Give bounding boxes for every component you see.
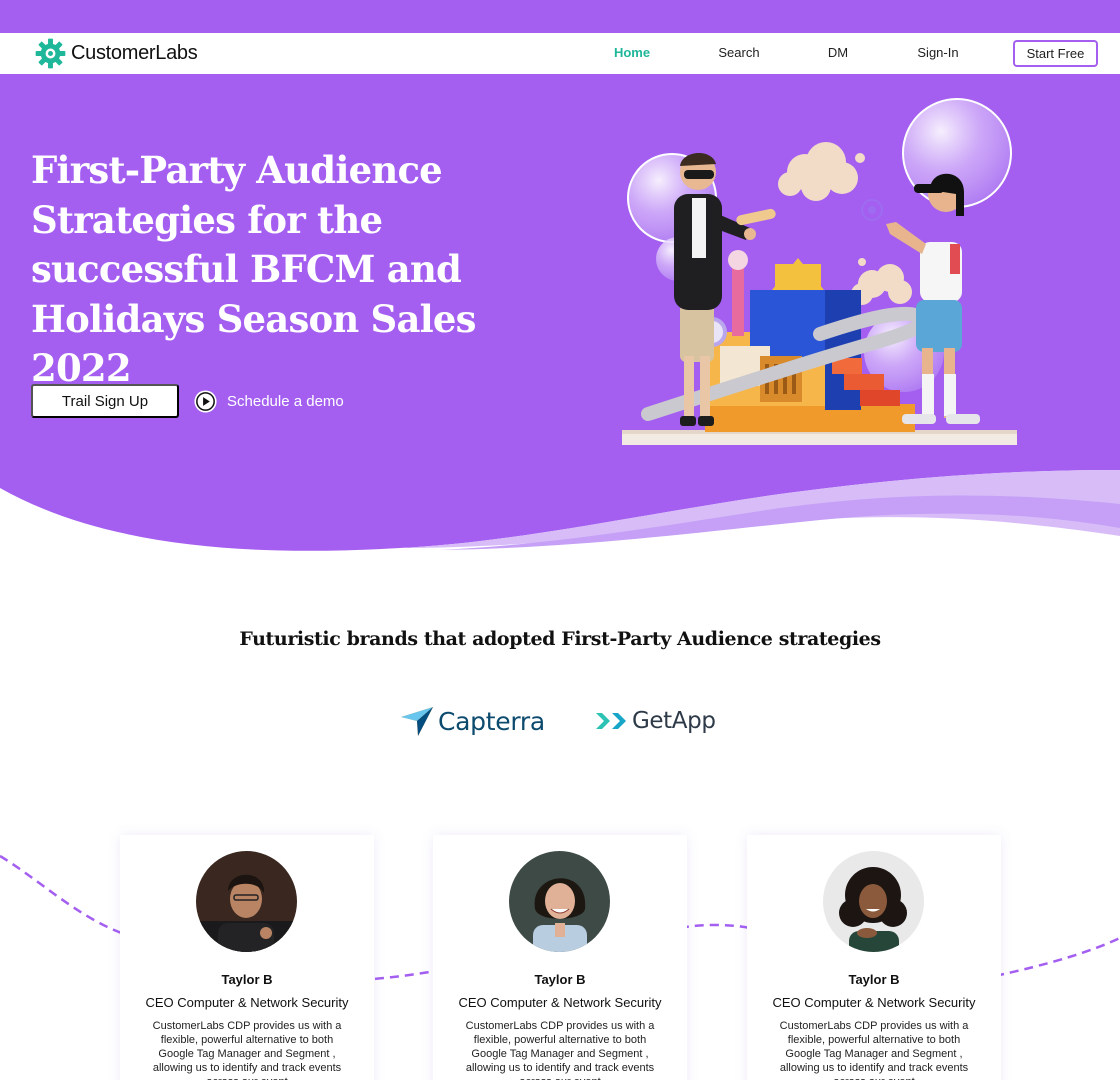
nav-sign-in[interactable]: Sign-In: [910, 45, 966, 60]
capterra-arrow-icon: [401, 707, 433, 736]
nav-search[interactable]: Search: [712, 45, 766, 60]
getapp-wordmark: GetApp: [632, 708, 716, 734]
avatar: [196, 851, 297, 952]
hero-section: First-Party Audience Strategies for the …: [0, 74, 1120, 564]
hero-title: First-Party Audience Strategies for the …: [31, 148, 476, 390]
testimonial-card: Taylor B CEO Computer & Network Security…: [433, 835, 687, 1080]
brands-section-title: Futuristic brands that adopted First-Par…: [239, 628, 881, 650]
play-circle-icon: [194, 389, 217, 413]
testimonial-name: Taylor B: [534, 972, 586, 987]
testimonial-role: CEO Computer & Network Security: [145, 995, 349, 1010]
schedule-demo-label: Schedule a demo: [227, 392, 344, 410]
top-banner-strip: [0, 0, 1120, 33]
testimonial-card: Taylor B CEO Computer & Network Security…: [747, 835, 1001, 1080]
testimonial-text: CustomerLabs CDP provides us with a flex…: [779, 1020, 969, 1080]
getapp-logo[interactable]: GetApp: [594, 704, 716, 738]
testimonial-text: CustomerLabs CDP provides us with a flex…: [465, 1020, 655, 1080]
avatar: [509, 851, 610, 952]
hero-vr-illustration: [622, 98, 1017, 445]
capterra-logo[interactable]: Capterra: [400, 703, 545, 739]
testimonial-role: CEO Computer & Network Security: [772, 995, 976, 1010]
nav-home[interactable]: Home: [610, 45, 654, 60]
gear-logo-icon: [35, 38, 66, 68]
navbar: CustomerLabs Home Search DM Sign-In Star…: [0, 33, 1120, 74]
testimonial-name: Taylor B: [221, 972, 273, 987]
start-free-button[interactable]: Start Free: [1013, 40, 1098, 67]
testimonial-card: Taylor B CEO Computer & Network Security…: [120, 835, 374, 1080]
nav-dm[interactable]: DM: [822, 45, 854, 60]
brand-logo[interactable]: CustomerLabs: [34, 36, 198, 70]
capterra-wordmark: Capterra: [438, 706, 545, 736]
getapp-chevrons-icon: [596, 713, 626, 729]
trial-signup-button[interactable]: Trail Sign Up: [31, 384, 179, 418]
avatar: [823, 851, 924, 952]
schedule-demo-link[interactable]: Schedule a demo: [193, 388, 344, 414]
testimonial-name: Taylor B: [848, 972, 900, 987]
brand-name: CustomerLabs: [71, 41, 198, 64]
testimonial-role: CEO Computer & Network Security: [458, 995, 662, 1010]
testimonial-text: CustomerLabs CDP provides us with a flex…: [152, 1020, 342, 1080]
